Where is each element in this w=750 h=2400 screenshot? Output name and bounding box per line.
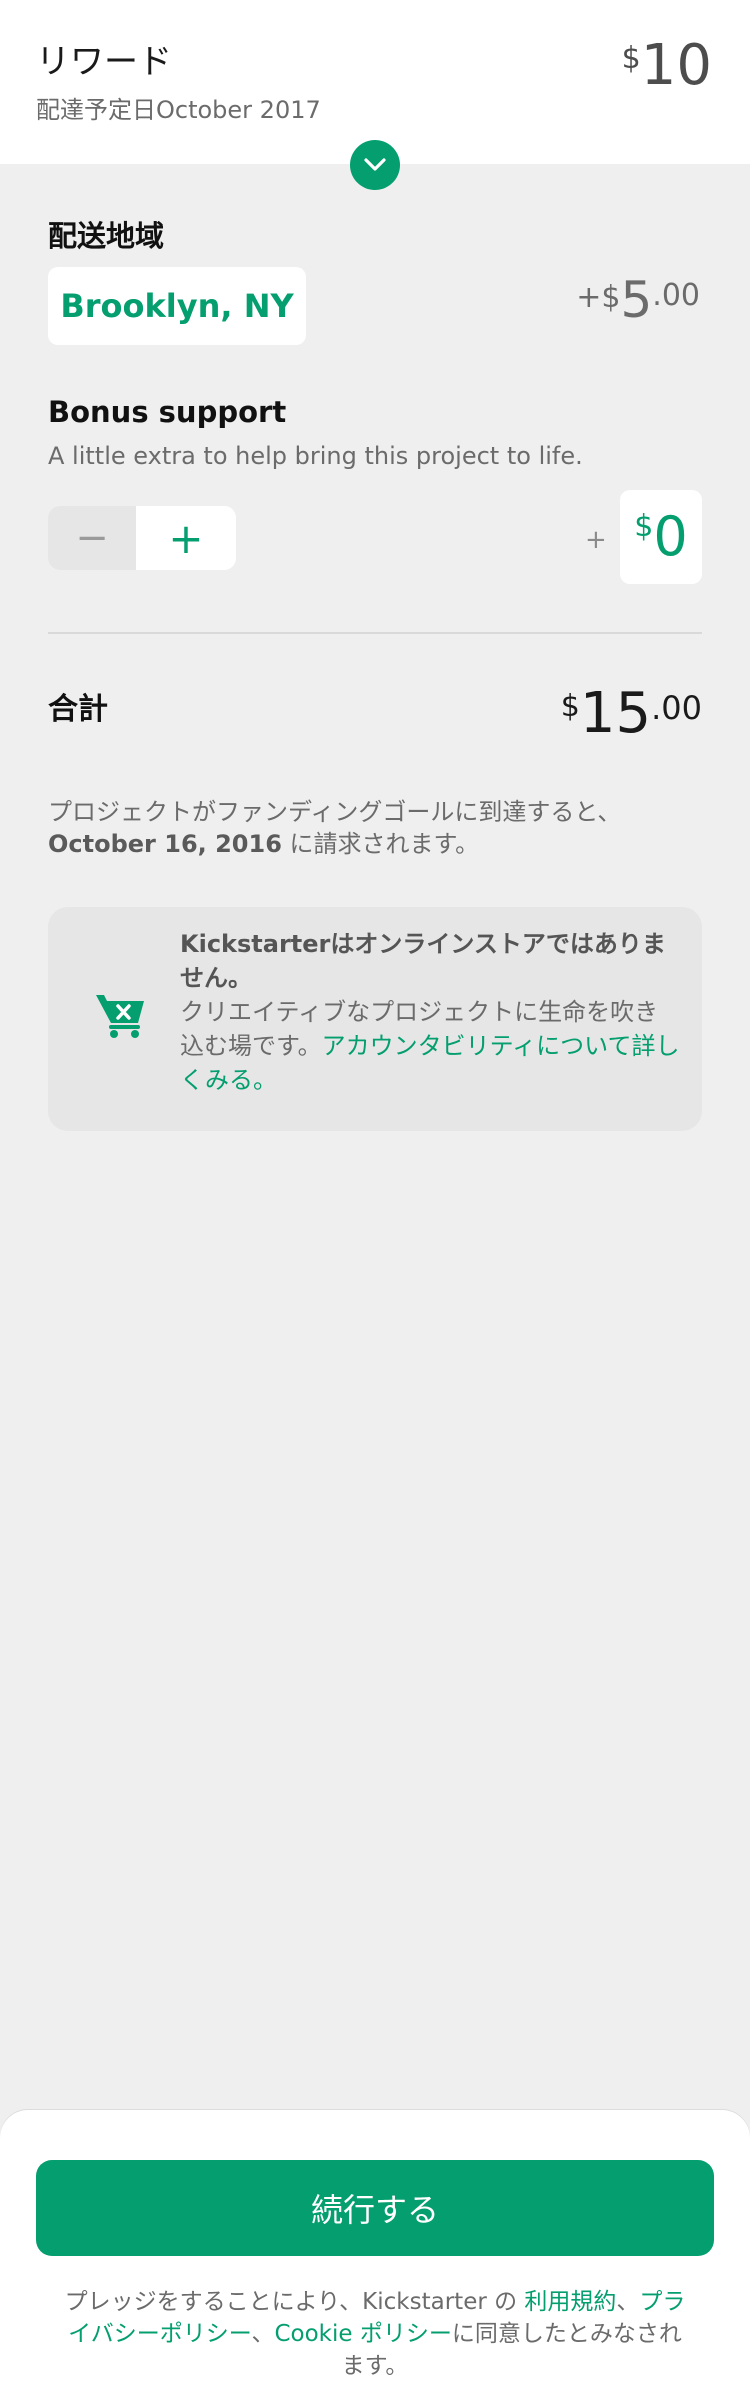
total-decimal: .00 [651, 689, 702, 727]
charge-date: October 16, 2016 [48, 830, 282, 858]
cookie-policy-link[interactable]: Cookie ポリシー [274, 2321, 451, 2347]
bottom-action-panel: 続行する プレッジをすることにより、Kickstarter の 利用規約、プライ… [0, 2110, 750, 2400]
shipping-cost-prefix: +$ [576, 280, 621, 315]
reward-delivery-date: 配達予定日October 2017 [36, 96, 321, 124]
legal-notice: プレッジをすることにより、Kickstarter の 利用規約、プライバシーポリ… [60, 2286, 690, 2382]
legal-separator-1: 、 [616, 2289, 640, 2315]
shipping-cost-whole: 5 [620, 271, 653, 329]
legal-separator-2: 、 [251, 2321, 275, 2347]
accountability-text: Kickstarterはオンラインストアではありません。 クリエイティブなプロジェ… [180, 927, 680, 1097]
total-whole: 15 [579, 681, 652, 746]
bonus-amount-currency: $ [634, 509, 654, 544]
reward-price-amount: 10 [640, 33, 712, 98]
decrease-bonus-button[interactable]: − [48, 506, 136, 570]
total-amount: $15.00 [561, 686, 702, 742]
bonus-amount-value: 0 [653, 505, 688, 568]
divider [48, 632, 702, 634]
reward-price-currency: $ [621, 41, 641, 76]
charge-note-after: に請求されます。 [281, 830, 480, 858]
charge-note-before: プロジェクトがファンディングゴールに到達すると、 [48, 798, 622, 826]
bonus-amount-field[interactable]: $0 [620, 490, 702, 584]
reward-title: リワード [36, 42, 172, 82]
shipping-location-button[interactable]: Brooklyn, NY [48, 267, 306, 345]
increase-bonus-button[interactable]: + [136, 506, 236, 570]
total-currency: $ [560, 689, 580, 724]
legal-prefix: プレッジをすることにより、Kickstarter の [64, 2289, 525, 2315]
shipping-label: 配送地域 [48, 219, 165, 253]
bonus-support-title: Bonus support [48, 395, 287, 429]
accountability-heading: Kickstarterはオンラインストアではありません。 [180, 930, 666, 992]
reward-price: $10 [622, 38, 712, 94]
charge-note: プロジェクトがファンディングゴールに到達すると、 October 16, 2016… [48, 796, 702, 860]
continue-button[interactable]: 続行する [36, 2160, 714, 2256]
bonus-support-description: A little extra to help bring this projec… [48, 442, 583, 470]
shipping-cost: +$5.00 [576, 275, 700, 325]
bonus-plus-sign: + [585, 525, 607, 555]
shipping-cost-decimal: .00 [652, 278, 700, 313]
collapse-reward-button[interactable] [350, 140, 400, 190]
total-label: 合計 [48, 692, 108, 727]
shopping-cart-x-icon [96, 995, 144, 1038]
chevron-down-icon [364, 158, 386, 171]
bonus-stepper: − + [48, 506, 236, 570]
terms-of-use-link[interactable]: 利用規約 [524, 2289, 616, 2315]
accountability-card: Kickstarterはオンラインストアではありません。 クリエイティブなプロジェ… [48, 907, 702, 1131]
